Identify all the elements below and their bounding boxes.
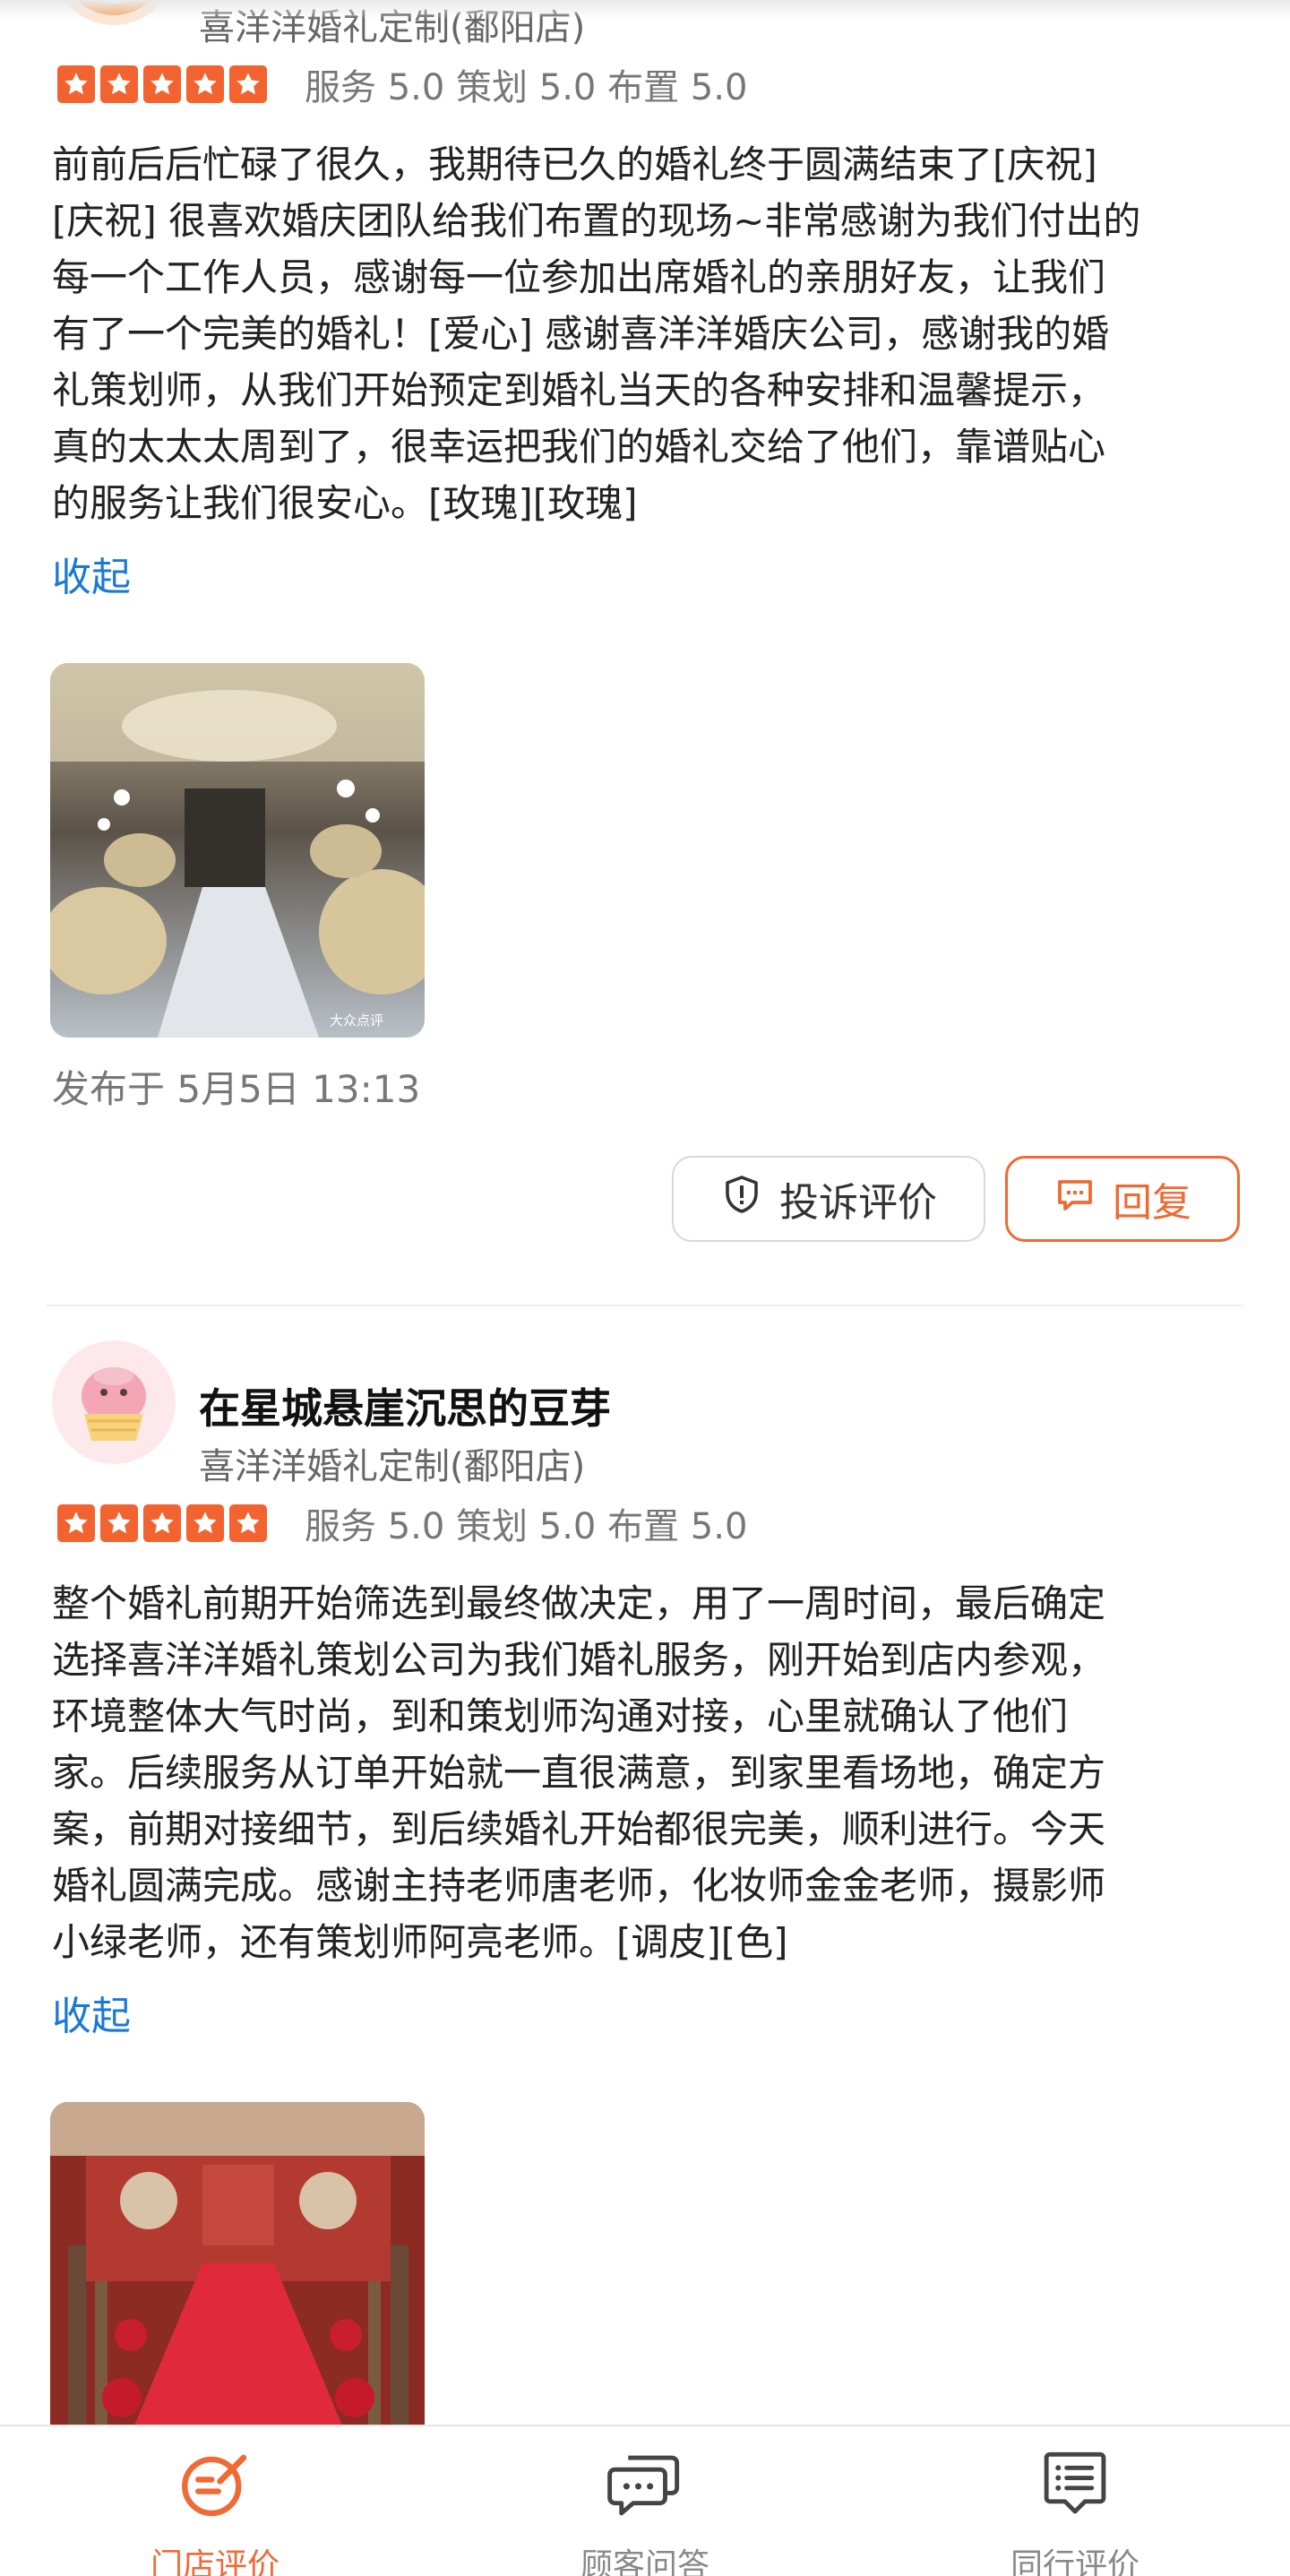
star-rating (57, 65, 267, 103)
review-text-line: 真的太太太周到了，很幸运把我们的婚礼交给了他们，靠谱贴心 (52, 425, 1106, 469)
review-photo[interactable] (50, 2102, 425, 2477)
comment-icon (1054, 1173, 1096, 1226)
reply-button[interactable]: 回复 (1005, 1156, 1240, 1242)
publish-time: 发布于 5月5日 13:13 (52, 1067, 421, 1111)
warning-shield-icon (720, 1173, 763, 1226)
review-text-line: 小绿老师，还有策划师阿亮老师。[调皮][色] (52, 1920, 788, 1964)
tab-label: 门店评价 (150, 2547, 280, 2576)
review-text-line: 的服务让我们很安心。[玫瑰][玫瑰] (52, 481, 638, 525)
review-text-line: 每一个工作人员，感谢每一位参加出席婚礼的亲朋好友，让我们 (52, 255, 1106, 299)
tab-store-review[interactable]: 门店评价 (81, 2426, 349, 2576)
rating-row: 服务 5.0 策划 5.0 布置 5.0 (57, 1502, 747, 1547)
review-text: 前前后后忙碌了很久，我期待已久的婚礼终于圆满结束了[庆祝] [庆祝] 很喜欢婚庆… (52, 136, 1234, 531)
review-text-line: 礼策划师，从我们开始预定到婚礼当天的各种安排和温馨提示， (52, 368, 1106, 412)
reply-label: 回复 (1113, 1180, 1191, 1226)
review-text-line: 有了一个完美的婚礼！[爱心] 感谢喜洋洋婚庆公司，感谢我的婚 (52, 312, 1110, 356)
star-icon (186, 65, 224, 103)
review-text-line: 环境整体大气时尚，到和策划师沟通对接，心里就确认了他们 (52, 1694, 1069, 1738)
complain-button[interactable]: 投诉评价 (672, 1156, 985, 1242)
store-review-icon (175, 2426, 255, 2529)
star-icon (143, 1504, 181, 1542)
bottom-tab-bar: 门店评价 顾客问答 同行评价 (0, 2425, 1290, 2576)
review-text-line: [庆祝] 很喜欢婚庆团队给我们布置的现场~非常感谢为我们付出的 (52, 199, 1141, 243)
star-icon (186, 1504, 224, 1542)
star-icon (57, 65, 95, 103)
star-icon (143, 65, 181, 103)
review-text-line: 整个婚礼前期开始筛选到最终做决定，用了一周时间，最后确定 (52, 1581, 1106, 1625)
reviewer-name[interactable]: 在星城悬崖沉思的豆芽 (199, 1376, 611, 1435)
review-photo[interactable]: 大众点评 (50, 663, 425, 1038)
customer-qa-icon (605, 2426, 685, 2529)
tab-label: 同行评价 (1010, 2547, 1140, 2576)
star-rating (57, 1504, 267, 1542)
watermark-text: 大众点评 (330, 1012, 383, 1029)
rating-row: 服务 5.0 策划 5.0 布置 5.0 (57, 63, 747, 108)
peer-review-icon (1035, 2426, 1115, 2529)
star-icon (57, 1504, 95, 1542)
star-icon (229, 65, 267, 103)
review-text-line: 前前后后忙碌了很久，我期待已久的婚礼终于圆满结束了[庆祝] (52, 142, 1097, 186)
shop-name: 喜洋洋婚礼定制(鄱阳店) (199, 1446, 586, 1487)
sub-scores: 服务 5.0 策划 5.0 布置 5.0 (305, 67, 748, 108)
top-shadow (0, 0, 1290, 20)
review-text-line: 选择喜洋洋婚礼策划公司为我们婚礼服务，刚开始到店内参观， (52, 1638, 1106, 1682)
tab-label: 顾客问答 (580, 2547, 710, 2576)
star-icon (100, 65, 138, 103)
collapse-link[interactable]: 收起 (52, 1984, 131, 2041)
star-icon (100, 1504, 138, 1542)
tab-customer-qa[interactable]: 顾客问答 (511, 2426, 779, 2576)
collapse-link[interactable]: 收起 (52, 545, 131, 602)
review-divider (47, 1305, 1243, 1306)
review-text: 整个婚礼前期开始筛选到最终做决定，用了一周时间，最后确定 选择喜洋洋婚礼策划公司… (52, 1575, 1234, 1970)
sub-scores: 服务 5.0 策划 5.0 布置 5.0 (305, 1506, 748, 1547)
review-text-line: 案，前期对接细节，到后续婚礼开始都很完美，顺利进行。今天 (52, 1807, 1106, 1851)
tab-peer-review[interactable]: 同行评价 (941, 2426, 1209, 2576)
review-text-line: 婚礼圆满完成。感谢主持老师唐老师，化妆师金金老师，摄影师 (52, 1864, 1106, 1908)
avatar[interactable] (52, 1340, 176, 1464)
review-text-line: 家。后续服务从订单开始就一直很满意，到家里看场地，确定方 (52, 1751, 1106, 1795)
star-icon (229, 1504, 267, 1542)
complain-label: 投诉评价 (779, 1180, 937, 1226)
